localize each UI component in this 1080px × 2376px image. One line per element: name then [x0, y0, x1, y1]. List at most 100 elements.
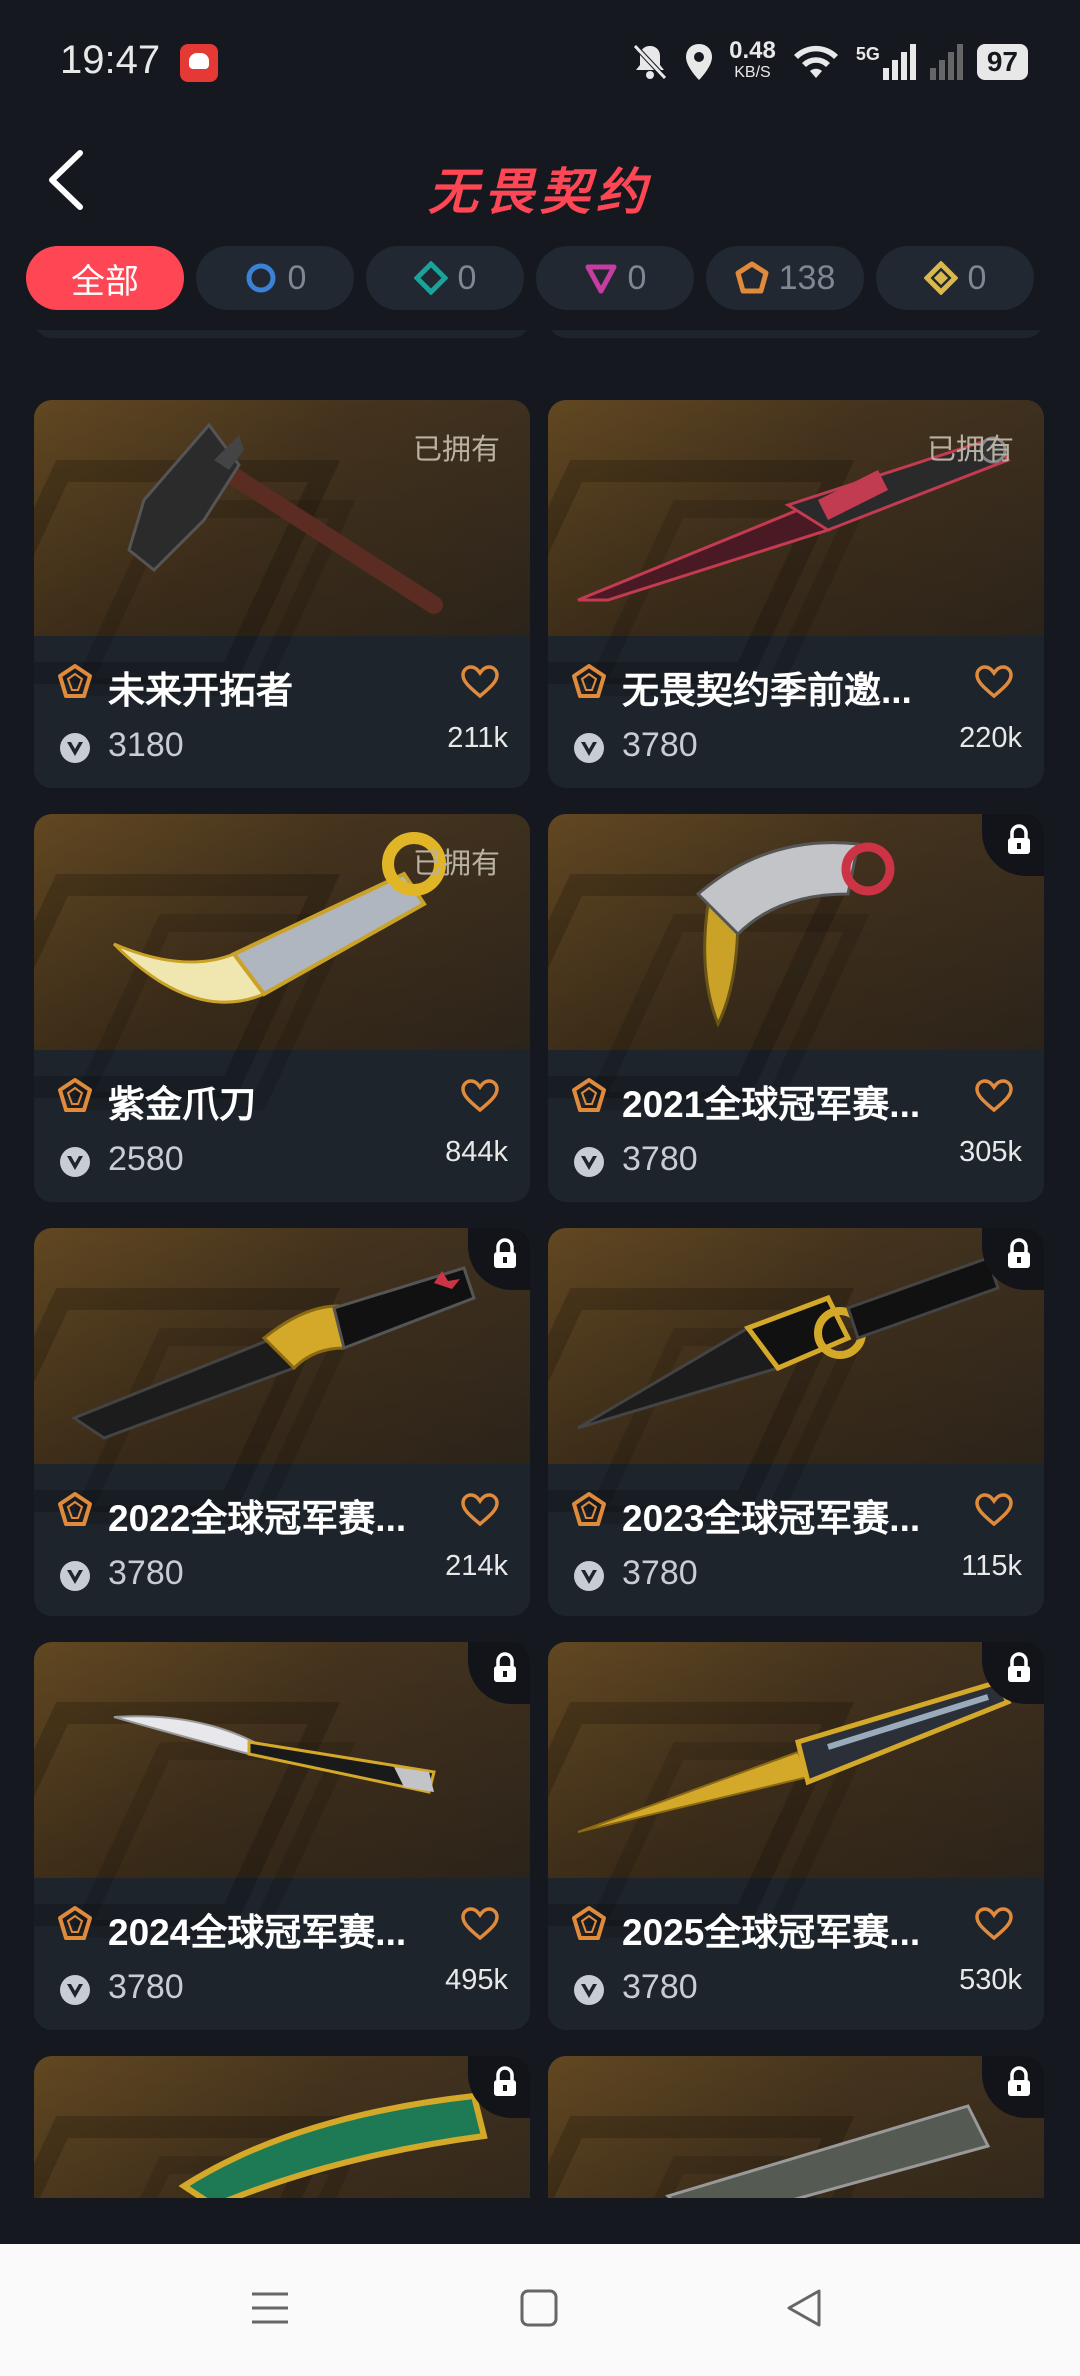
skin-price: 3780 — [108, 1968, 184, 2006]
skin-image — [548, 814, 1044, 1110]
skin-image — [548, 1642, 1044, 1938]
skin-grid[interactable]: 已拥有 未来开拓者 3180 211k 已拥有 无畏契约季前邀... 3780 … — [0, 330, 1080, 2198]
owned-label: 已拥有 — [412, 434, 500, 466]
filter-chip-premium[interactable]: 0 — [536, 246, 694, 310]
lock-icon — [1008, 1652, 1030, 1682]
skin-image — [34, 2056, 530, 2198]
filter-chip-count: 0 — [627, 258, 647, 297]
clock: 19:47 — [60, 38, 161, 82]
filter-chip-count: 0 — [457, 258, 477, 297]
filter-chip-deluxe[interactable]: 0 — [366, 246, 524, 310]
skin-name: 2023全球冠军赛... — [622, 1498, 921, 1539]
exclusive-tier-icon — [735, 261, 769, 294]
skin-card[interactable]: 2023全球冠军赛... 3780 115k — [548, 1228, 1044, 1616]
skin-price: 3780 — [622, 1140, 698, 1178]
exclusive-tier-icon — [58, 1906, 92, 1940]
signal-5g: 5G — [856, 44, 916, 80]
filter-chip-count: 0 — [967, 258, 987, 297]
skin-price: 3780 — [622, 1554, 698, 1592]
knife-image — [70, 1266, 476, 1440]
menu-icon[interactable] — [250, 2288, 290, 2328]
skin-card[interactable]: 已拥有 紫金爪刀 2580 844k — [34, 814, 530, 1202]
like-count: 530k — [959, 1964, 1022, 1996]
skin-price: 3780 — [108, 1554, 184, 1592]
skin-card-partial[interactable] — [548, 2056, 1044, 2198]
valorant-points-icon — [574, 1147, 604, 1177]
favorite-heart-icon[interactable] — [974, 1078, 1014, 1114]
valorant-points-icon — [60, 1561, 90, 1591]
filter-chip-count: 138 — [778, 258, 836, 297]
home-icon[interactable] — [520, 2288, 558, 2328]
favorite-heart-icon[interactable] — [974, 1492, 1014, 1528]
status-bar: 19:47 0.48 KB/S 5G 97 — [0, 0, 1080, 120]
select-tier-icon — [246, 263, 276, 293]
battery-indicator: 97 — [976, 44, 1028, 80]
favorite-heart-icon[interactable] — [460, 1078, 500, 1114]
skin-image — [34, 1228, 530, 1524]
skin-name: 紫金爪刀 — [108, 1084, 256, 1125]
exclusive-tier-icon — [572, 1906, 606, 1940]
valorant-points-icon — [60, 1975, 90, 2005]
skin-name: 2025全球冠军赛... — [622, 1912, 921, 1953]
like-count: 220k — [959, 722, 1022, 754]
favorite-heart-icon[interactable] — [460, 664, 500, 700]
filter-chip-ultra[interactable]: 0 — [876, 246, 1034, 310]
filter-chip-all[interactable]: 全部 — [26, 246, 184, 310]
network-speed: 0.48 KB/S — [729, 37, 776, 84]
lock-icon — [494, 1238, 516, 1268]
skin-price: 3180 — [108, 726, 184, 764]
system-navigation-bar — [0, 2244, 1080, 2376]
skin-price: 2580 — [108, 1140, 184, 1178]
partial-card-top — [548, 330, 1044, 338]
skin-image — [548, 2056, 1044, 2198]
filter-chip-label: 全部 — [71, 262, 139, 301]
knife-image — [577, 1679, 1012, 1833]
skin-name: 无畏契约季前邀... — [622, 670, 912, 711]
valorant-points-icon — [574, 1561, 604, 1591]
like-count: 495k — [445, 1964, 508, 1996]
filter-chip-select[interactable]: 0 — [196, 246, 354, 310]
favorite-heart-icon[interactable] — [460, 1492, 500, 1528]
back-icon[interactable] — [786, 2288, 822, 2328]
exclusive-tier-icon — [58, 1078, 92, 1112]
skin-card[interactable]: 2025全球冠军赛... 3780 530k — [548, 1642, 1044, 2030]
valorant-points-icon — [60, 733, 90, 763]
mute-icon — [633, 44, 667, 80]
skin-card[interactable]: 2021全球冠军赛... 3780 305k — [548, 814, 1044, 1202]
skin-image: 已拥有 — [34, 814, 530, 1110]
like-count: 115k — [961, 1550, 1022, 1582]
favorite-heart-icon[interactable] — [460, 1906, 500, 1942]
location-icon — [686, 44, 713, 80]
filter-chip-exclusive[interactable]: 138 — [706, 246, 864, 310]
kunai-image — [577, 1256, 1000, 1430]
speed-value: 0.48 — [729, 37, 776, 64]
status-icons: 0.48 KB/S 5G 97 — [631, 36, 1028, 88]
skin-card-partial[interactable] — [34, 2056, 530, 2198]
like-count: 844k — [445, 1136, 508, 1168]
skin-card[interactable]: 已拥有 无畏契约季前邀... 3780 220k — [548, 400, 1044, 788]
skin-card[interactable]: 已拥有 未来开拓者 3180 211k — [34, 400, 530, 788]
like-count: 214k — [445, 1550, 508, 1582]
exclusive-tier-icon — [58, 1492, 92, 1526]
deluxe-tier-icon — [413, 261, 448, 295]
skin-image: 已拥有 — [34, 400, 530, 696]
lock-icon — [494, 1652, 516, 1682]
skin-name: 2021全球冠军赛... — [622, 1084, 921, 1125]
skin-card[interactable]: 2024全球冠军赛... 3780 495k — [34, 1642, 530, 2030]
like-count: 305k — [959, 1136, 1022, 1168]
favorite-heart-icon[interactable] — [974, 664, 1014, 700]
skin-image: 已拥有 — [548, 400, 1044, 696]
lock-icon — [1008, 1238, 1030, 1268]
knife-image — [178, 2092, 488, 2198]
wifi-icon — [793, 45, 838, 78]
skin-price: 3780 — [622, 726, 698, 764]
skin-name: 未来开拓者 — [108, 670, 293, 711]
owned-label: 已拥有 — [926, 434, 1014, 466]
favorite-heart-icon[interactable] — [974, 1906, 1014, 1942]
karambit-image — [695, 841, 895, 1028]
exclusive-tier-icon — [58, 664, 92, 698]
skin-card[interactable]: 2022全球冠军赛... 3780 214k — [34, 1228, 530, 1616]
owned-label: 已拥有 — [412, 848, 500, 880]
tier-filter-bar: 全部 0 0 0 138 0 — [26, 246, 1034, 310]
valorant-points-icon — [574, 733, 604, 763]
